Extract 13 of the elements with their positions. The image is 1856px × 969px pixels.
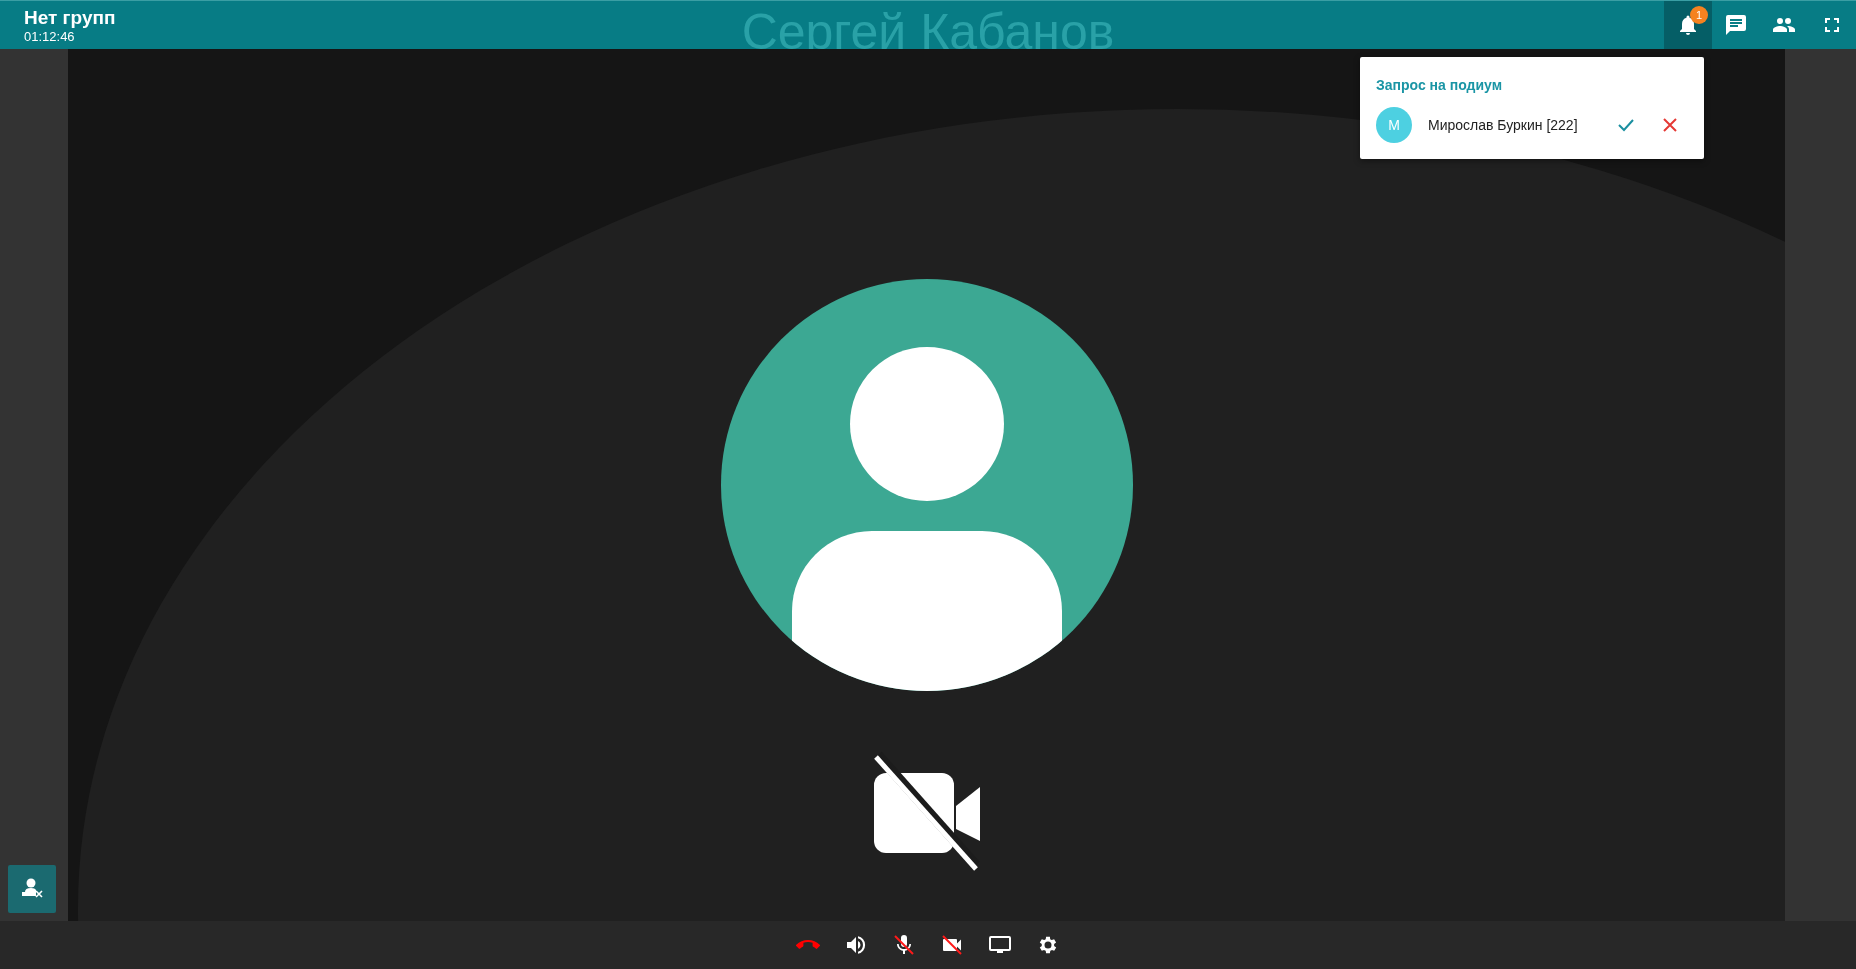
speaker-button[interactable] xyxy=(844,933,868,957)
microphone-button[interactable] xyxy=(892,933,916,957)
podium-remove-button[interactable] xyxy=(8,865,56,913)
notification-badge: 1 xyxy=(1690,6,1708,24)
camera-button[interactable] xyxy=(940,933,964,957)
chat-icon xyxy=(1724,13,1748,37)
avatar-initial: М xyxy=(1376,107,1412,143)
requester-name: Мирослав Буркин [222] xyxy=(1428,117,1579,133)
person-podium-icon xyxy=(21,878,43,900)
notifications-button[interactable]: 1 xyxy=(1664,1,1712,49)
group-title: Нет групп xyxy=(24,6,116,29)
popup-title: Запрос на подиум xyxy=(1376,77,1503,93)
call-timer: 01:12:46 xyxy=(24,28,76,44)
